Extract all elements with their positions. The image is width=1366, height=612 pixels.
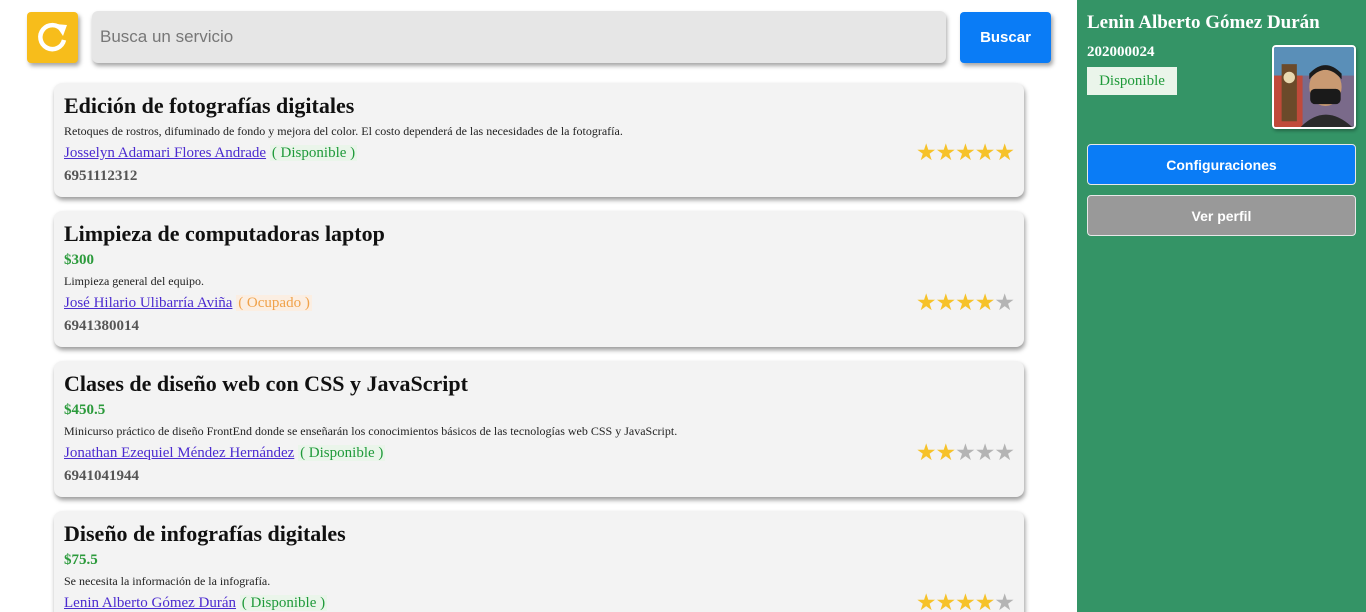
star-icon: ★: [994, 140, 1015, 165]
star-icon: ★: [935, 290, 957, 315]
service-description: Retoques de rostros, difuminado de fondo…: [64, 124, 623, 138]
service-title: Limpieza de computadoras laptop: [64, 221, 385, 246]
rating-stars: ★★★★★: [915, 290, 1015, 315]
star-icon: ★: [935, 140, 957, 165]
provider-phone: 6941041944: [64, 468, 139, 484]
star-icon: ★: [955, 140, 976, 165]
star-icon: ★: [935, 440, 957, 465]
star-icon: ★: [994, 440, 1015, 465]
search-button[interactable]: Buscar: [960, 12, 1051, 63]
user-status-badge: Disponible: [1087, 67, 1177, 95]
settings-button[interactable]: Configuraciones: [1087, 144, 1356, 185]
provider-status: ( Disponible ): [298, 445, 386, 461]
refresh-icon: [37, 22, 67, 51]
user-name: Lenin Alberto Gómez Durán: [1087, 12, 1320, 33]
provider-status: ( Ocupado ): [236, 295, 312, 311]
star-icon: ★: [935, 590, 957, 612]
provider-link[interactable]: José Hilario Ulibarría Aviña: [64, 295, 232, 311]
service-list: Edición de fotografías digitales Retoques…: [54, 83, 1024, 612]
rating-stars: ★★★★★: [915, 590, 1015, 612]
service-price: $300: [64, 252, 94, 268]
service-title: Edición de fotografías digitales: [64, 93, 355, 118]
service-price: $75.5: [64, 552, 98, 568]
service-title: Clases de diseño web con CSS y JavaScrip…: [64, 371, 468, 396]
user-sidebar: Lenin Alberto Gómez Durán 202000024 Disp…: [1077, 0, 1366, 612]
service-title: Diseño de infografías digitales: [64, 521, 346, 546]
star-icon: ★: [915, 140, 937, 165]
provider-phone: 6951112312: [64, 168, 138, 184]
star-icon: ★: [974, 140, 996, 165]
star-icon: ★: [955, 440, 976, 465]
provider-link[interactable]: Josselyn Adamari Flores Andrade: [64, 145, 266, 161]
service-card: Limpieza de computadoras laptop $300 Limpi…: [54, 211, 1024, 347]
provider-link[interactable]: Lenin Alberto Gómez Durán: [64, 595, 236, 611]
provider-status: ( Disponible ): [269, 145, 358, 161]
search-input[interactable]: [92, 11, 946, 63]
service-price: $450.5: [64, 402, 106, 418]
service-provider-line: Lenin Alberto Gómez Durán ( Disponible ): [64, 591, 1014, 612]
service-description: Se necesita la información de la infogra…: [64, 574, 271, 588]
service-card: Clases de diseño web con CSS y JavaScrip…: [54, 361, 1024, 497]
user-id: 202000024: [1087, 44, 1155, 60]
refresh-button[interactable]: [27, 12, 78, 63]
star-icon: ★: [994, 590, 1015, 612]
rating-stars: ★★★★★: [915, 140, 1015, 165]
star-icon: ★: [974, 290, 996, 315]
star-icon: ★: [955, 590, 976, 612]
service-description: Limpieza general del equipo.: [64, 274, 204, 288]
provider-link[interactable]: Jonathan Ezequiel Méndez Hernández: [64, 445, 294, 461]
avatar-photo: [1274, 47, 1354, 127]
view-profile-button[interactable]: Ver perfil: [1087, 195, 1356, 236]
star-icon: ★: [974, 590, 996, 612]
service-card: Diseño de infografías digitales $75.5 Se n…: [54, 511, 1024, 612]
star-icon: ★: [915, 590, 937, 612]
service-provider-line: José Hilario Ulibarría Aviña ( Ocupado ): [64, 291, 1014, 315]
service-provider-line: Jonathan Ezequiel Méndez Hernández ( Dis…: [64, 441, 1014, 465]
rating-stars: ★★★★★: [915, 440, 1015, 465]
star-icon: ★: [994, 290, 1015, 315]
star-icon: ★: [974, 440, 996, 465]
star-icon: ★: [915, 290, 937, 315]
star-icon: ★: [955, 290, 976, 315]
provider-status: ( Disponible ): [239, 595, 328, 611]
provider-phone: 6941380014: [64, 318, 139, 334]
service-description: Minicurso práctico de diseño FrontEnd do…: [64, 424, 678, 438]
avatar[interactable]: [1272, 45, 1356, 129]
service-card: Edición de fotografías digitales Retoques…: [54, 83, 1024, 197]
star-icon: ★: [915, 440, 937, 465]
service-provider-line: Josselyn Adamari Flores Andrade ( Dispon…: [64, 141, 1014, 165]
